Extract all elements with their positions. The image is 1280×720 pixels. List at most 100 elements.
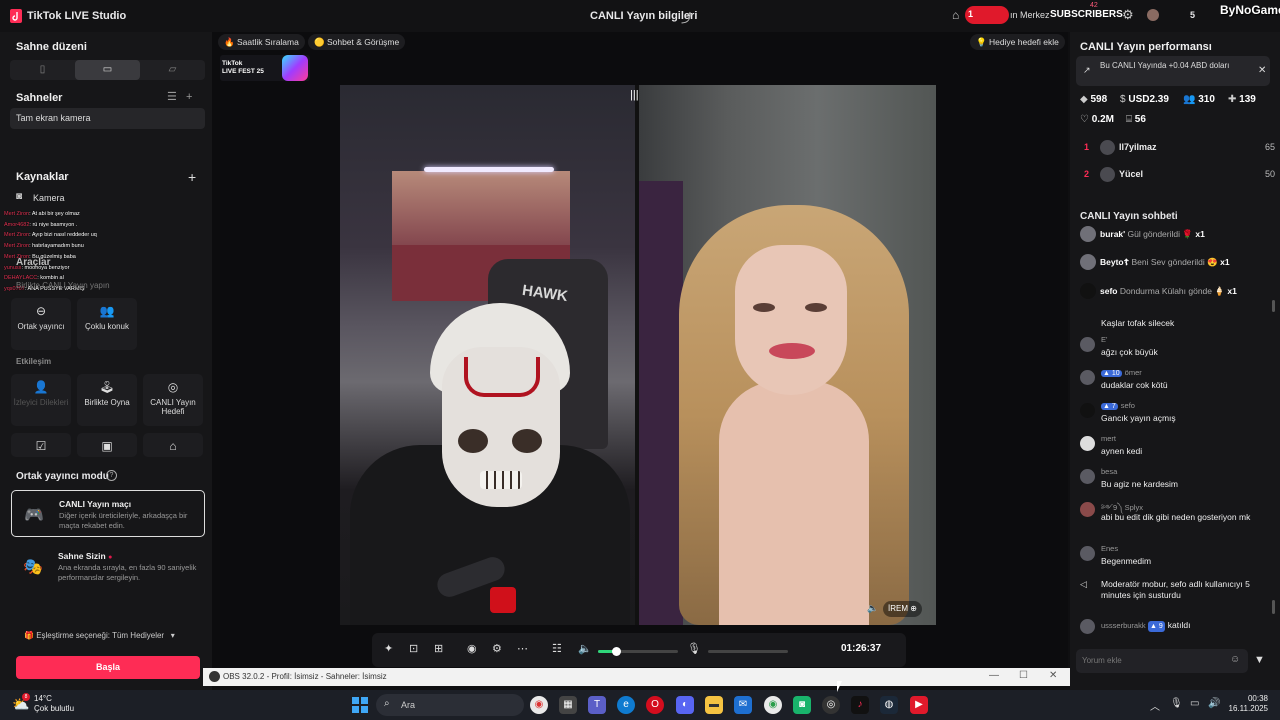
taskbar-search[interactable]: ⌕ Ara bbox=[376, 694, 524, 716]
usd-stat: $ USD2.39 bbox=[1120, 94, 1169, 105]
opera-icon[interactable]: O bbox=[646, 696, 664, 714]
multi-guest-button[interactable]: 👥 Çoklu konuk bbox=[77, 298, 137, 350]
ice-cream-icon: 🍦 bbox=[1214, 286, 1225, 296]
microphone-icon[interactable]: 🎙 bbox=[687, 642, 701, 655]
obs-window-bar[interactable]: OBS 32.0.2 - Profil: İsimsiz - Sahneler:… bbox=[203, 668, 1070, 686]
gift-goal-pill[interactable]: 💡 Hediye hedefi ekle bbox=[970, 34, 1065, 50]
play-together-button[interactable]: 🕹 Birlikte Oyna bbox=[77, 374, 137, 426]
live-fest-badge: TikTok LIVE FEST 25 bbox=[220, 55, 310, 81]
microphone-icon[interactable]: 🎙 bbox=[1170, 698, 1183, 709]
rank-score: 65 bbox=[1264, 142, 1275, 152]
mail-icon[interactable]: ✉ bbox=[734, 696, 752, 714]
volume-knob[interactable] bbox=[611, 647, 621, 656]
mic-slider[interactable] bbox=[708, 650, 788, 653]
watermark: ByNoGame bbox=[1208, 0, 1280, 22]
avatar bbox=[1100, 140, 1115, 155]
sliders-icon[interactable]: ☷ bbox=[552, 642, 562, 655]
hourly-ranking-pill[interactable]: 🔥 Saatlik Sıralama bbox=[218, 34, 305, 50]
share-icon[interactable]: ⤴ bbox=[681, 9, 693, 26]
layout-icon[interactable]: ⊞ bbox=[434, 642, 443, 655]
close-button[interactable]: ✕ bbox=[1049, 670, 1057, 681]
match-preference-select[interactable]: 🎁 Eşleştirme seçeneği: Tüm Hediyeler ▾ bbox=[24, 631, 175, 640]
display-icon[interactable]: ▭ bbox=[1190, 698, 1199, 709]
weather-text[interactable]: 14°C Çok bulutlu bbox=[34, 694, 74, 714]
chat-scrollbar[interactable] bbox=[1272, 600, 1275, 614]
chrome-alt-icon[interactable]: ◉ bbox=[764, 696, 782, 714]
wardrobe bbox=[639, 181, 683, 625]
clock[interactable]: 00:38 16.11.2025 bbox=[1228, 694, 1268, 714]
cohost-hint: Birlikte CANLI Yayın yapın bbox=[16, 281, 110, 290]
comment-input[interactable]: Yorum ekle ☺ bbox=[1076, 649, 1248, 673]
steam-icon[interactable]: ◍ bbox=[880, 696, 898, 714]
emoji-icon[interactable]: ☺ bbox=[1230, 654, 1240, 665]
send-icon[interactable]: ▼ bbox=[1254, 654, 1265, 666]
landscape-layout-button[interactable]: ▭ bbox=[75, 60, 140, 80]
gifts-stat: ⌸ 56 bbox=[1126, 114, 1146, 125]
edge-icon[interactable]: e bbox=[617, 696, 635, 714]
teams-icon[interactable]: T bbox=[588, 696, 606, 714]
viewers-icon: 👥 bbox=[1183, 94, 1196, 105]
more-icon[interactable]: ⋯ bbox=[517, 642, 528, 655]
live-goal-button[interactable]: ◎ CANLI Yayın Hedefi bbox=[143, 374, 203, 426]
portrait-layout-button[interactable]: ▯ bbox=[10, 60, 75, 80]
avatar bbox=[1080, 619, 1095, 634]
chrome-icon[interactable]: ◉ bbox=[530, 696, 548, 714]
start-button[interactable]: Başla bbox=[16, 656, 200, 679]
minimize-button[interactable]: — bbox=[989, 670, 999, 681]
search-label: Ara bbox=[401, 700, 416, 710]
obs-taskbar-icon[interactable]: ◎ bbox=[822, 696, 840, 714]
avatar[interactable] bbox=[1147, 9, 1159, 21]
gift-icon: ⌸ bbox=[1126, 114, 1132, 125]
cohost-button[interactable]: ⊖ Ortak yayıncı bbox=[11, 298, 71, 350]
viewer-requests-button[interactable]: 👤 İzleyici Dilekleri bbox=[11, 374, 71, 426]
windows-start-icon[interactable] bbox=[352, 697, 368, 713]
app-title: TikTok LIVE Studio bbox=[27, 10, 127, 22]
avatar bbox=[1080, 403, 1095, 418]
camera-source[interactable]: Kamera bbox=[33, 193, 65, 203]
joystick-icon: 🕹 bbox=[99, 380, 115, 394]
gift-scrollbar[interactable] bbox=[1272, 300, 1275, 312]
gear-icon[interactable]: ⚙ bbox=[1122, 7, 1134, 23]
guest-name-tag[interactable]: İREM ⊕ bbox=[883, 601, 922, 617]
volume-slider[interactable] bbox=[598, 647, 678, 656]
speaker-icon[interactable]: 🔊 bbox=[1208, 698, 1220, 709]
ranking-row[interactable]: 1 ll7yilmaz 65 bbox=[1080, 138, 1275, 158]
store-icon[interactable]: ▦ bbox=[559, 696, 577, 714]
scene-item[interactable]: Tam ekran kamera bbox=[10, 108, 205, 129]
rank-name: ll7yilmaz bbox=[1119, 142, 1157, 152]
live-match-card[interactable]: 🎮 CANLI Yayın maçı Diğer içerik üreticil… bbox=[11, 490, 205, 537]
add-source-icon[interactable]: + bbox=[188, 169, 196, 185]
scene-list-icon[interactable]: ☰ + bbox=[167, 90, 192, 103]
effects-icon[interactable]: ⊡ bbox=[409, 642, 418, 655]
youtube-icon[interactable]: ▶ bbox=[910, 696, 928, 714]
chevron-up-icon[interactable]: ︿ bbox=[1150, 698, 1160, 713]
host-camera-feed: HAWK bbox=[340, 85, 635, 625]
volume-icon[interactable]: 🔈 bbox=[578, 642, 592, 655]
tiktok-icon[interactable]: ♪ bbox=[851, 696, 869, 714]
avatar bbox=[1080, 502, 1095, 517]
rank-name: Yücel bbox=[1119, 169, 1144, 179]
chat-call-pill[interactable]: 🟡 Sohbet & Görüşme bbox=[308, 34, 406, 50]
folder-icon[interactable]: ▬ bbox=[705, 696, 723, 714]
record-icon[interactable]: ◉ bbox=[467, 642, 477, 655]
magic-wand-icon[interactable]: ✦ bbox=[384, 642, 393, 655]
discord-icon[interactable]: ◐ bbox=[676, 696, 694, 714]
multi-guest-label: Çoklu konuk bbox=[84, 322, 130, 331]
android-icon[interactable]: ◙ bbox=[793, 696, 811, 714]
help-icon[interactable]: ? bbox=[106, 470, 117, 481]
cohost-mode-title: Ortak yayıncı modu bbox=[16, 471, 109, 482]
obs-icon bbox=[209, 671, 220, 682]
rotated-layout-button[interactable]: ▱ bbox=[140, 60, 205, 80]
close-icon[interactable]: ✕ bbox=[1258, 65, 1266, 76]
maximize-button[interactable]: ☐ bbox=[1019, 670, 1028, 681]
stage-card[interactable]: 🎭 Sahne Sizin ● Ana ekranda sırayla, en … bbox=[11, 543, 205, 593]
ranking-row[interactable]: 2 Yücel 50 bbox=[1080, 165, 1275, 185]
main-stage: 🔥 Saatlik Sıralama 🟡 Sohbet & Görüşme 💡 … bbox=[212, 32, 1068, 668]
settings-icon[interactable]: ⚙ bbox=[492, 642, 502, 655]
chat-message: Kaşlar tofak silecek bbox=[1078, 316, 1273, 335]
tool-button[interactable]: ⌂ bbox=[143, 433, 203, 457]
tool-button[interactable]: ☑ bbox=[11, 433, 71, 457]
speaker-icon[interactable]: 🔈 bbox=[867, 603, 878, 614]
home-icon[interactable]: ⌂ bbox=[952, 8, 959, 22]
tool-button[interactable]: ▣ bbox=[77, 433, 137, 457]
